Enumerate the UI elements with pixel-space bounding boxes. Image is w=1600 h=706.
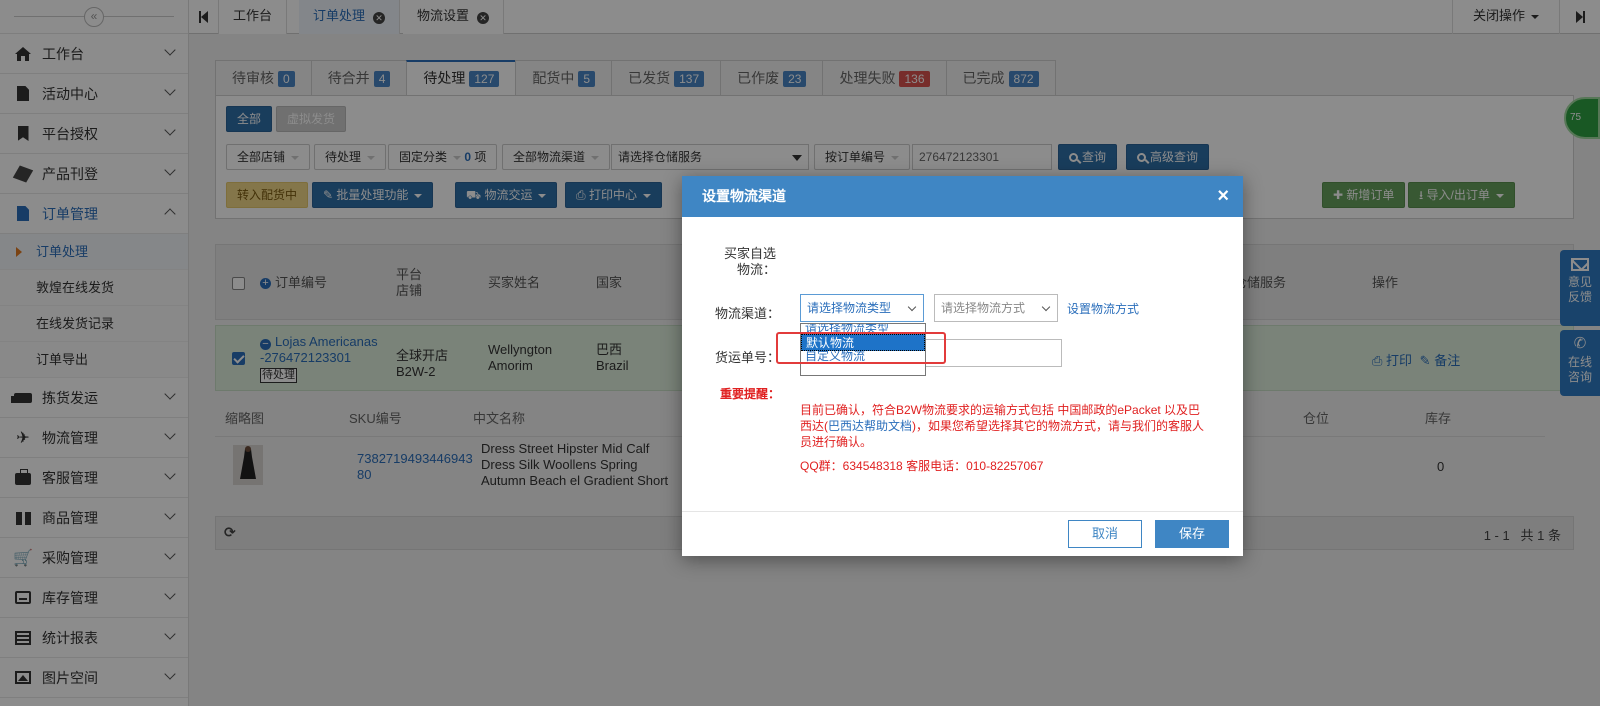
- chevron-down-icon: [1041, 302, 1051, 312]
- contact-info: QQ群：634548318 客服电话：010-82257067: [800, 459, 1044, 473]
- important-label: 重要提醒：: [719, 387, 780, 401]
- important-notice: 目前已确认，符合B2W物流要求的运输方式包括 中国邮政的ePacket 以及巴西…: [800, 403, 1205, 449]
- cancel-button[interactable]: 取消: [1068, 520, 1142, 548]
- highlight-annotation: [776, 332, 946, 364]
- logistics-type-select[interactable]: 请选择物流类型: [800, 294, 924, 322]
- dialog-title: 设置物流渠道: [702, 188, 786, 204]
- chevron-down-icon: [907, 302, 917, 312]
- dialog-footer: 取消 保存: [682, 511, 1243, 556]
- tracking-number-label: 货运单号：: [714, 350, 780, 365]
- logistics-method-select[interactable]: 请选择物流方式: [934, 294, 1058, 322]
- buyer-choice-label: 买家自选物流：: [723, 246, 776, 277]
- dialog-header: 设置物流渠道 ×: [682, 176, 1243, 217]
- brazil-help-doc-link[interactable]: 巴西达帮助文档: [828, 419, 912, 433]
- save-button[interactable]: 保存: [1155, 520, 1229, 548]
- set-logistics-method-link[interactable]: 设置物流方式: [1067, 300, 1139, 317]
- set-logistics-channel-dialog: 设置物流渠道 × 买家自选物流： 物流渠道： 请选择物流类型 请选择物流方式 设…: [682, 176, 1243, 556]
- channel-label: 物流渠道：: [714, 306, 780, 321]
- close-icon[interactable]: ×: [1217, 176, 1229, 217]
